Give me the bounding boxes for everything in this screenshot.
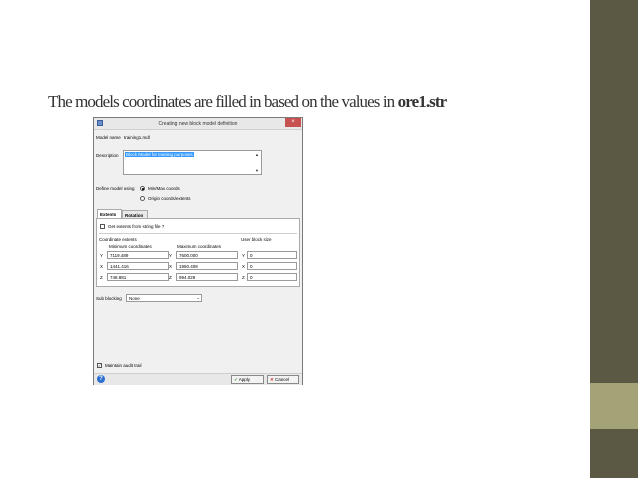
scroll-down-icon[interactable]: ▼: [255, 168, 259, 173]
help-icon[interactable]: ?: [97, 375, 105, 383]
max-axis-label-x: X: [169, 264, 173, 269]
dialog-button-bar: ? ✓ Apply ✕ Cancel: [94, 373, 302, 385]
tab-extents[interactable]: Extents: [97, 209, 122, 218]
axis-label-z: Z: [100, 275, 103, 280]
cancel-label: Cancel: [275, 377, 290, 382]
block-model-dialog: Creating new block model definition × Mo…: [93, 117, 303, 385]
description-textarea[interactable]: Block Model for training purposes ▲ ▼: [123, 150, 262, 175]
radio-origin-label[interactable]: Origin coords/extents: [148, 196, 191, 201]
model-name-label: Model name: [96, 135, 121, 140]
dialog-titlebar[interactable]: Creating new block model definition ×: [94, 118, 302, 130]
extents-panel: Get extents from string file ? Coordinat…: [96, 218, 300, 287]
get-extents-label[interactable]: Get extents from string file ?: [108, 224, 164, 229]
max-axis-label-y: Y: [169, 253, 173, 258]
max-axis-label-z: Z: [169, 275, 172, 280]
maximum-coordinates-label: Maximum coordinates: [177, 244, 222, 249]
axis-label-x: X: [100, 264, 104, 269]
apply-button[interactable]: ✓ Apply: [231, 375, 264, 384]
chevron-down-icon[interactable]: ⌄: [196, 295, 200, 301]
user-block-size-label: User block size: [241, 237, 272, 242]
apply-label: Apply: [238, 377, 251, 382]
slide-title-text: The models coordinates are filled in bas…: [48, 92, 398, 111]
model-name-value: training1.mdl: [124, 135, 150, 140]
audit-trail-checkbox[interactable]: ✓: [97, 363, 102, 368]
close-button[interactable]: ×: [285, 118, 301, 127]
user-x-input[interactable]: 0: [247, 262, 297, 270]
sub-blocking-label: Sub blocking: [96, 296, 122, 301]
user-y-input[interactable]: 0: [247, 251, 297, 259]
get-extents-checkbox[interactable]: [100, 224, 105, 229]
max-y-input[interactable]: 7600.000: [176, 251, 238, 259]
description-label: Description: [96, 153, 119, 158]
scroll-up-icon[interactable]: ▲: [255, 152, 259, 157]
panel-divider: [99, 233, 297, 234]
slide-title-filename: ore1.str: [397, 92, 448, 111]
check-icon: ✓: [234, 377, 238, 382]
min-z-input[interactable]: 748.881: [107, 273, 169, 281]
radio-minmax-label[interactable]: Min/Max coords: [148, 186, 180, 191]
cancel-button[interactable]: ✕ Cancel: [267, 375, 299, 384]
radio-minmax[interactable]: [140, 186, 145, 191]
cancel-x-icon: ✕: [270, 377, 274, 382]
user-axis-label-z: Z: [242, 275, 245, 280]
user-axis-label-x: X: [242, 264, 246, 269]
radio-origin[interactable]: [140, 196, 145, 201]
define-model-label: Define model using: [96, 186, 135, 191]
max-x-input[interactable]: 1960.408: [176, 262, 238, 270]
description-value[interactable]: Block Model for training purposes: [125, 152, 194, 157]
slide-title: The models coordinates are filled in bas…: [48, 92, 448, 112]
dialog-title: Creating new block model definition: [158, 121, 238, 127]
audit-trail-label[interactable]: Maintain audit trail: [105, 363, 142, 368]
minimum-coordinates-label: Minimum coordinates: [109, 244, 152, 249]
user-axis-label-y: Y: [242, 253, 246, 258]
sub-blocking-select[interactable]: None ⌄: [126, 294, 202, 302]
sub-blocking-value: None: [129, 296, 140, 301]
min-y-input[interactable]: 7119.489: [107, 251, 169, 259]
axis-label-y: Y: [100, 253, 104, 258]
tab-rotation[interactable]: Rotation: [122, 210, 148, 218]
slide-sidebar-accent: [590, 383, 638, 429]
max-z-input[interactable]: 994.029: [176, 273, 238, 281]
user-z-input[interactable]: 0: [247, 273, 297, 281]
min-x-input[interactable]: 1441.416: [107, 262, 169, 270]
coordinate-extents-label: Coordinate extents: [99, 237, 137, 242]
